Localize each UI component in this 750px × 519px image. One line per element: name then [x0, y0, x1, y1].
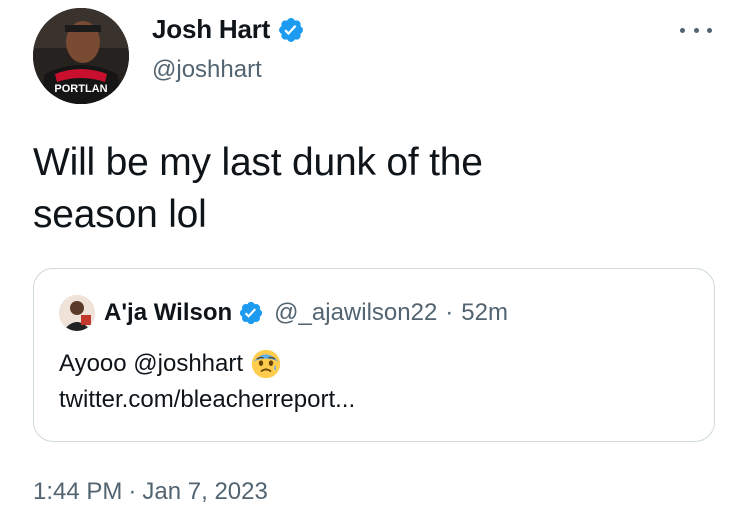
quoted-tweet[interactable]: A'ja Wilson @_ajawilson22 · 52m Ayooo @j…: [33, 268, 715, 442]
author-display-name[interactable]: Josh Hart: [152, 14, 270, 45]
quote-text: Ayooo @joshhart: [59, 350, 244, 377]
author-handle[interactable]: @joshhart: [152, 56, 262, 84]
more-dot: [680, 27, 685, 33]
more-options-icon[interactable]: [680, 22, 712, 38]
avatar-image: PORTLAN: [33, 8, 129, 104]
anxious-face-emoji-icon: [251, 349, 281, 379]
quote-header: A'ja Wilson @_ajawilson22 · 52m: [59, 295, 508, 331]
tweet-text-line: season lol: [33, 193, 207, 236]
quote-separator: ·: [445, 299, 454, 326]
verified-badge-icon: [279, 17, 304, 42]
more-dot: [693, 27, 699, 33]
quote-handle[interactable]: @_ajawilson22: [274, 299, 437, 327]
tweet-date: Jan 7, 2023: [142, 478, 268, 505]
quote-verified-badge-icon: [240, 301, 263, 325]
tweet-text-line: Will be my last dunk of the: [33, 141, 483, 184]
timestamp-separator: ·: [128, 478, 137, 505]
svg-text:PORTLAN: PORTLAN: [54, 83, 107, 95]
quote-display-name[interactable]: A'ja Wilson: [104, 299, 232, 327]
quote-timestamp[interactable]: 52m: [461, 299, 508, 327]
quote-author-avatar[interactable]: [59, 295, 95, 331]
author-avatar[interactable]: PORTLAN: [33, 8, 129, 104]
tweet-text: Will be my last dunk of the season lol: [33, 137, 673, 241]
tweet-card: PORTLAN Josh Hart @joshhart Will be my l…: [0, 0, 750, 519]
tweet-timestamp[interactable]: 1:44 PM · Jan 7, 2023: [33, 478, 268, 506]
author-name-row: Josh Hart: [152, 14, 305, 45]
quote-text-line: Ayooo @joshhart: [59, 349, 281, 379]
more-dot: [707, 27, 712, 33]
quote-link-text[interactable]: twitter.com/bleacherreport...: [59, 386, 355, 414]
quote-avatar-image: [59, 295, 95, 331]
tweet-time: 1:44 PM: [33, 478, 123, 505]
